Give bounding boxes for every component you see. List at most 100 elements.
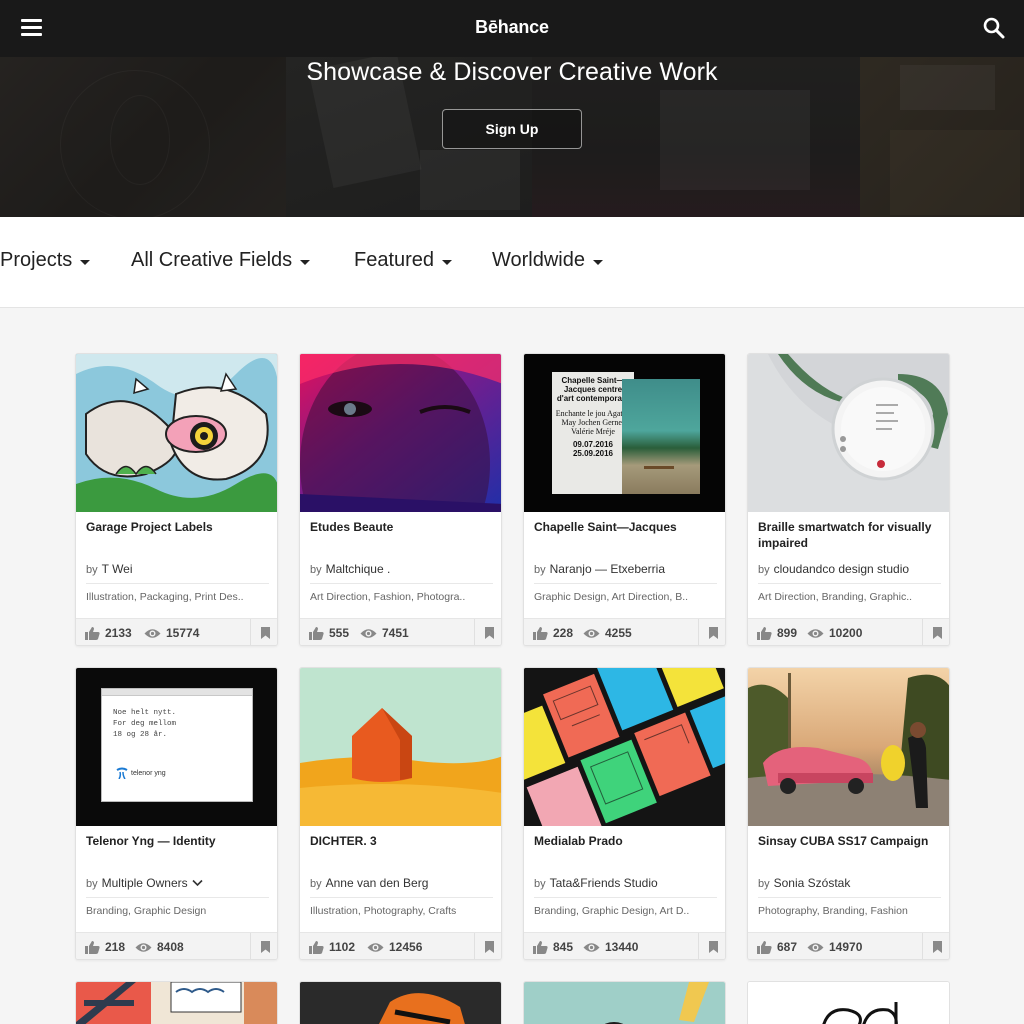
save-to-collection-button[interactable] xyxy=(922,619,949,645)
like-count[interactable]: 228 xyxy=(533,626,573,640)
like-count[interactable]: 1102 xyxy=(309,940,355,954)
thumbs-up-icon xyxy=(85,626,100,640)
project-owner: by Sonia Szóstak xyxy=(758,876,941,898)
like-count[interactable]: 899 xyxy=(757,626,797,640)
save-to-collection-button[interactable] xyxy=(250,619,277,645)
views-value: 12456 xyxy=(389,940,423,954)
owner-name[interactable]: Naranjo — Etxeberria xyxy=(550,562,665,576)
project-title[interactable]: Telenor Yng — Identity xyxy=(86,833,269,849)
like-count[interactable]: 845 xyxy=(533,940,573,954)
project-title[interactable]: Sinsay CUBA SS17 Campaign xyxy=(758,833,941,849)
project-owner: by Naranjo — Etxeberria xyxy=(534,562,717,584)
filter-label: All Creative Fields xyxy=(131,249,293,271)
project-stats: 687 14970 xyxy=(748,932,949,959)
view-count: 8408 xyxy=(135,940,184,954)
project-thumbnail[interactable] xyxy=(524,668,725,826)
project-stats: 1102 12456 xyxy=(300,932,501,959)
project-fields: Branding, Graphic Design xyxy=(86,905,207,917)
by-label: by xyxy=(86,878,98,890)
project-title[interactable]: Etudes Beaute xyxy=(310,519,493,535)
project-thumbnail[interactable] xyxy=(748,354,949,512)
project-thumbnail[interactable] xyxy=(76,354,277,512)
project-owner: by Anne van den Berg xyxy=(310,876,493,898)
project-owner: by T Wei xyxy=(86,562,269,584)
behance-logo[interactable]: Bēhance xyxy=(0,17,1024,38)
likes-value: 2133 xyxy=(105,626,132,640)
project-stats: 218 8408 xyxy=(76,932,277,959)
project-owner: by cloudandco design studio xyxy=(758,562,941,584)
project-title[interactable]: Garage Project Labels xyxy=(86,519,269,535)
like-count[interactable]: 2133 xyxy=(85,626,132,640)
telenor-line: For deg mellom xyxy=(113,720,177,728)
poster-photo xyxy=(622,379,700,494)
project-thumbnail[interactable] xyxy=(300,354,501,512)
project-thumbnail[interactable]: Noe helt nytt. For deg mellom 18 og 28 å… xyxy=(76,668,277,826)
eye-icon xyxy=(807,942,824,952)
filter-creative-fields-dropdown[interactable]: All Creative Fields xyxy=(131,249,311,272)
project-title[interactable]: Chapelle Saint—Jacques xyxy=(534,519,717,535)
save-to-collection-button[interactable] xyxy=(250,933,277,959)
by-label: by xyxy=(758,564,770,576)
project-thumbnail[interactable] xyxy=(299,981,502,1024)
owner-name[interactable]: Anne van den Berg xyxy=(326,876,429,890)
thumbs-up-icon xyxy=(757,940,772,954)
owner-name[interactable]: Tata&Friends Studio xyxy=(550,876,658,890)
telenor-line: Noe helt nytt. xyxy=(113,709,177,717)
search-icon[interactable] xyxy=(983,17,1005,39)
like-count[interactable]: 687 xyxy=(757,940,797,954)
bookmark-icon xyxy=(484,627,494,639)
view-count: 14970 xyxy=(807,940,862,954)
owner-name[interactable]: Sonia Szóstak xyxy=(774,876,851,890)
project-title[interactable]: Braille smartwatch for visually impaired xyxy=(758,519,941,551)
by-label: by xyxy=(758,878,770,890)
poster-title: Chapelle Saint—Jacques centre d'art cont… xyxy=(556,376,630,403)
project-fields: Art Direction, Fashion, Photogra.. xyxy=(310,591,466,603)
likes-value: 899 xyxy=(777,626,798,640)
save-to-collection-button[interactable] xyxy=(474,933,501,959)
chevron-down-icon[interactable] xyxy=(192,879,203,887)
eye-icon xyxy=(807,628,824,638)
save-to-collection-button[interactable] xyxy=(474,619,501,645)
owner-name[interactable]: Multiple Owners xyxy=(102,876,188,890)
caret-down-icon xyxy=(593,259,603,265)
project-title[interactable]: DICHTER. 3 xyxy=(310,833,493,849)
project-thumbnail[interactable] xyxy=(75,981,278,1024)
hero-banner: Bēhance Showcase & Discover Creative Wor… xyxy=(0,0,1024,217)
project-thumbnail[interactable] xyxy=(748,668,949,826)
project-card: Sinsay CUBA SS17 Campaign by Sonia Szósta… xyxy=(747,667,950,960)
view-count: 12456 xyxy=(367,940,422,954)
project-card: Etudes Beaute by Maltchique . Art Directi… xyxy=(299,353,502,646)
caret-down-icon xyxy=(442,259,453,265)
like-count[interactable]: 218 xyxy=(85,940,125,954)
project-thumbnail[interactable] xyxy=(523,981,726,1024)
bookmark-icon xyxy=(708,627,718,639)
eye-icon xyxy=(367,942,384,952)
filter-worldwide-dropdown[interactable]: Worldwide xyxy=(492,249,603,272)
owner-name[interactable]: Maltchique . xyxy=(326,562,391,576)
project-thumbnail[interactable] xyxy=(300,668,501,826)
save-to-collection-button[interactable] xyxy=(922,933,949,959)
poster-dates: 09.07.2016 25.09.2016 xyxy=(572,440,614,458)
project-stats: 899 10200 xyxy=(748,618,949,645)
views-value: 14970 xyxy=(829,940,863,954)
project-title[interactable]: Medialab Prado xyxy=(534,833,717,849)
project-owner: by Tata&Friends Studio xyxy=(534,876,717,898)
project-fields: Photography, Branding, Fashion xyxy=(758,905,908,917)
bookmark-icon xyxy=(708,941,718,953)
owner-name[interactable]: T Wei xyxy=(102,562,133,576)
view-count: 4255 xyxy=(583,626,632,640)
eye-icon xyxy=(360,628,377,638)
save-to-collection-button[interactable] xyxy=(698,619,725,645)
sign-up-button[interactable]: Sign Up xyxy=(442,109,582,149)
project-thumbnail[interactable]: Chapelle Saint—Jacques centre d'art cont… xyxy=(524,354,725,512)
filter-featured-dropdown[interactable]: Featured xyxy=(354,249,453,272)
bookmark-icon xyxy=(260,941,270,953)
telenor-logo-icon xyxy=(116,767,128,779)
save-to-collection-button[interactable] xyxy=(698,933,725,959)
project-thumbnail[interactable] xyxy=(747,981,950,1024)
owner-name[interactable]: cloudandco design studio xyxy=(774,562,909,576)
filter-projects-dropdown[interactable]: Projects xyxy=(0,249,91,272)
like-count[interactable]: 555 xyxy=(309,626,349,640)
project-card: Garage Project Labels by T Wei Illustrati… xyxy=(75,353,278,646)
filter-label: Projects xyxy=(0,249,73,271)
